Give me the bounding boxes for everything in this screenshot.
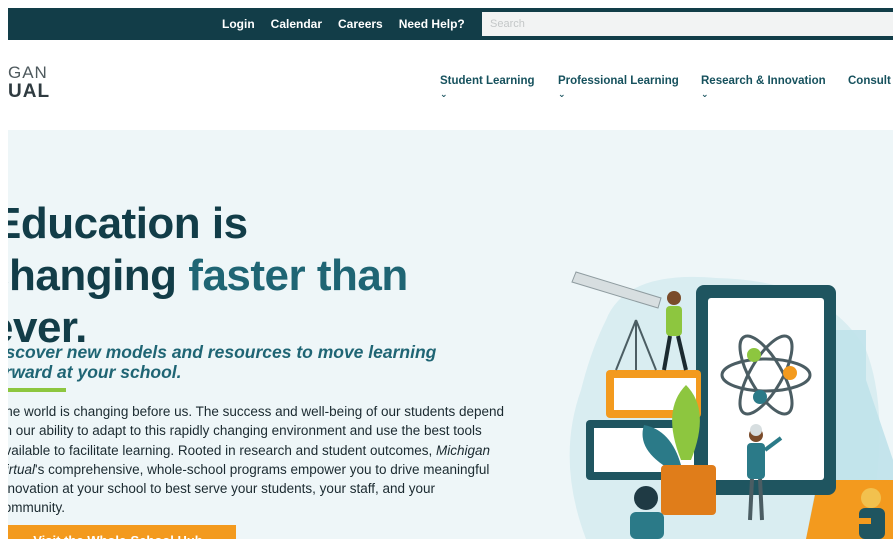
plant-pot xyxy=(661,465,716,515)
headline-line-1: Education is xyxy=(8,199,248,248)
site-logo[interactable]: GAN UAL xyxy=(8,64,50,101)
body-text-part-1: The world is changing before us. The suc… xyxy=(8,404,505,458)
utility-links: Login Calendar Careers Need Help? xyxy=(222,8,465,40)
hero-subheading: Discover new models and resources to mov… xyxy=(8,342,437,382)
nav-item-label: Research & Innovation xyxy=(701,75,826,87)
careers-link[interactable]: Careers xyxy=(338,17,383,31)
nav-item-label: Consult xyxy=(848,75,891,87)
headline-faster-than: faster than xyxy=(188,251,408,300)
calendar-link[interactable]: Calendar xyxy=(271,17,322,31)
login-link[interactable]: Login xyxy=(222,17,255,31)
accent-divider xyxy=(8,388,66,392)
main-navigation: GAN UAL Student Learning ⌄ Professional … xyxy=(8,40,893,130)
nav-item-professional-learning[interactable]: Professional Learning ⌄ xyxy=(558,75,679,99)
chevron-down-icon: ⌄ xyxy=(558,89,566,99)
hero-illustration xyxy=(569,271,893,539)
whole-school-hub-button[interactable]: Visit the Whole-School Hub xyxy=(8,525,236,539)
nav-item-research-innovation[interactable]: Research & Innovation ⌄ xyxy=(701,75,826,99)
nav-item-label: Student Learning xyxy=(440,75,535,87)
hero-section: Education is changing faster than ever. … xyxy=(8,130,893,539)
tablet-screen xyxy=(708,298,824,480)
hero-body-text: The world is changing before us. The suc… xyxy=(8,402,505,518)
chevron-down-icon: ⌄ xyxy=(440,89,448,99)
body-text-part-2: 's comprehensive, whole-school programs … xyxy=(8,461,490,516)
nav-item-consulting[interactable]: Consult xyxy=(848,75,891,87)
headline-changing: changing xyxy=(8,251,177,300)
chevron-down-icon: ⌄ xyxy=(701,89,709,99)
need-help-link[interactable]: Need Help? xyxy=(399,17,465,31)
nav-item-label: Professional Learning xyxy=(558,75,679,87)
hero-headline: Education is changing faster than ever. xyxy=(8,198,408,354)
headline-line-2: changing faster than xyxy=(8,250,408,302)
nav-item-student-learning[interactable]: Student Learning ⌄ xyxy=(440,75,535,99)
logo-line-1: GAN xyxy=(8,63,48,82)
utility-bar: Login Calendar Careers Need Help? xyxy=(8,8,893,40)
search-input[interactable] xyxy=(482,12,893,36)
logo-line-2: UAL xyxy=(8,81,51,102)
